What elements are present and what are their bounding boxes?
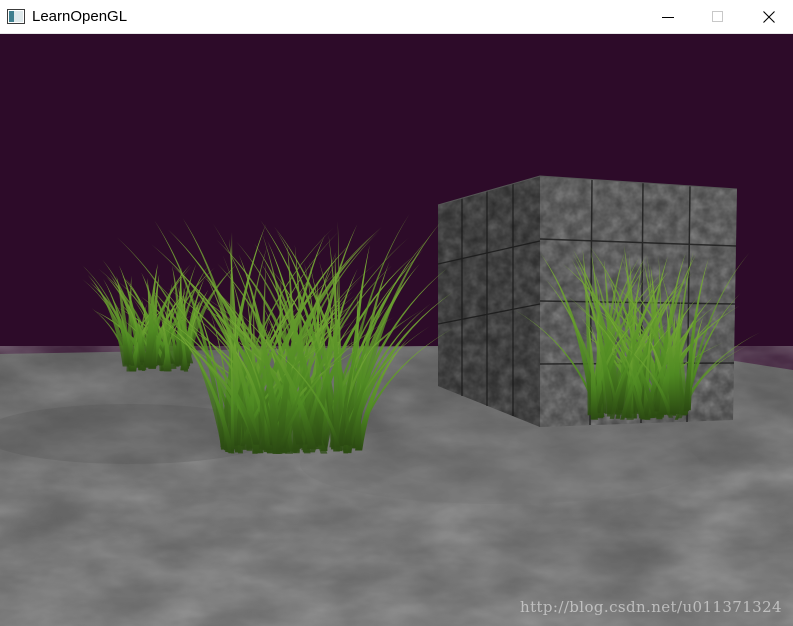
title-bar[interactable]: LearnOpenGL xyxy=(0,0,793,34)
close-icon xyxy=(763,11,775,23)
window-title: LearnOpenGL xyxy=(32,8,128,25)
app-window: LearnOpenGL http://blog.csdn.net/u011371… xyxy=(0,0,793,626)
maximize-icon xyxy=(712,11,723,22)
minimize-icon xyxy=(662,17,674,18)
minimize-button[interactable] xyxy=(644,0,692,34)
maximize-button[interactable] xyxy=(694,0,742,34)
watermark-text: http://blog.csdn.net/u011371324 xyxy=(520,598,782,616)
opengl-viewport[interactable]: http://blog.csdn.net/u011371324 xyxy=(0,34,793,626)
scene-render xyxy=(0,34,793,626)
close-button[interactable] xyxy=(745,0,793,34)
opengl-window-icon xyxy=(7,9,25,24)
